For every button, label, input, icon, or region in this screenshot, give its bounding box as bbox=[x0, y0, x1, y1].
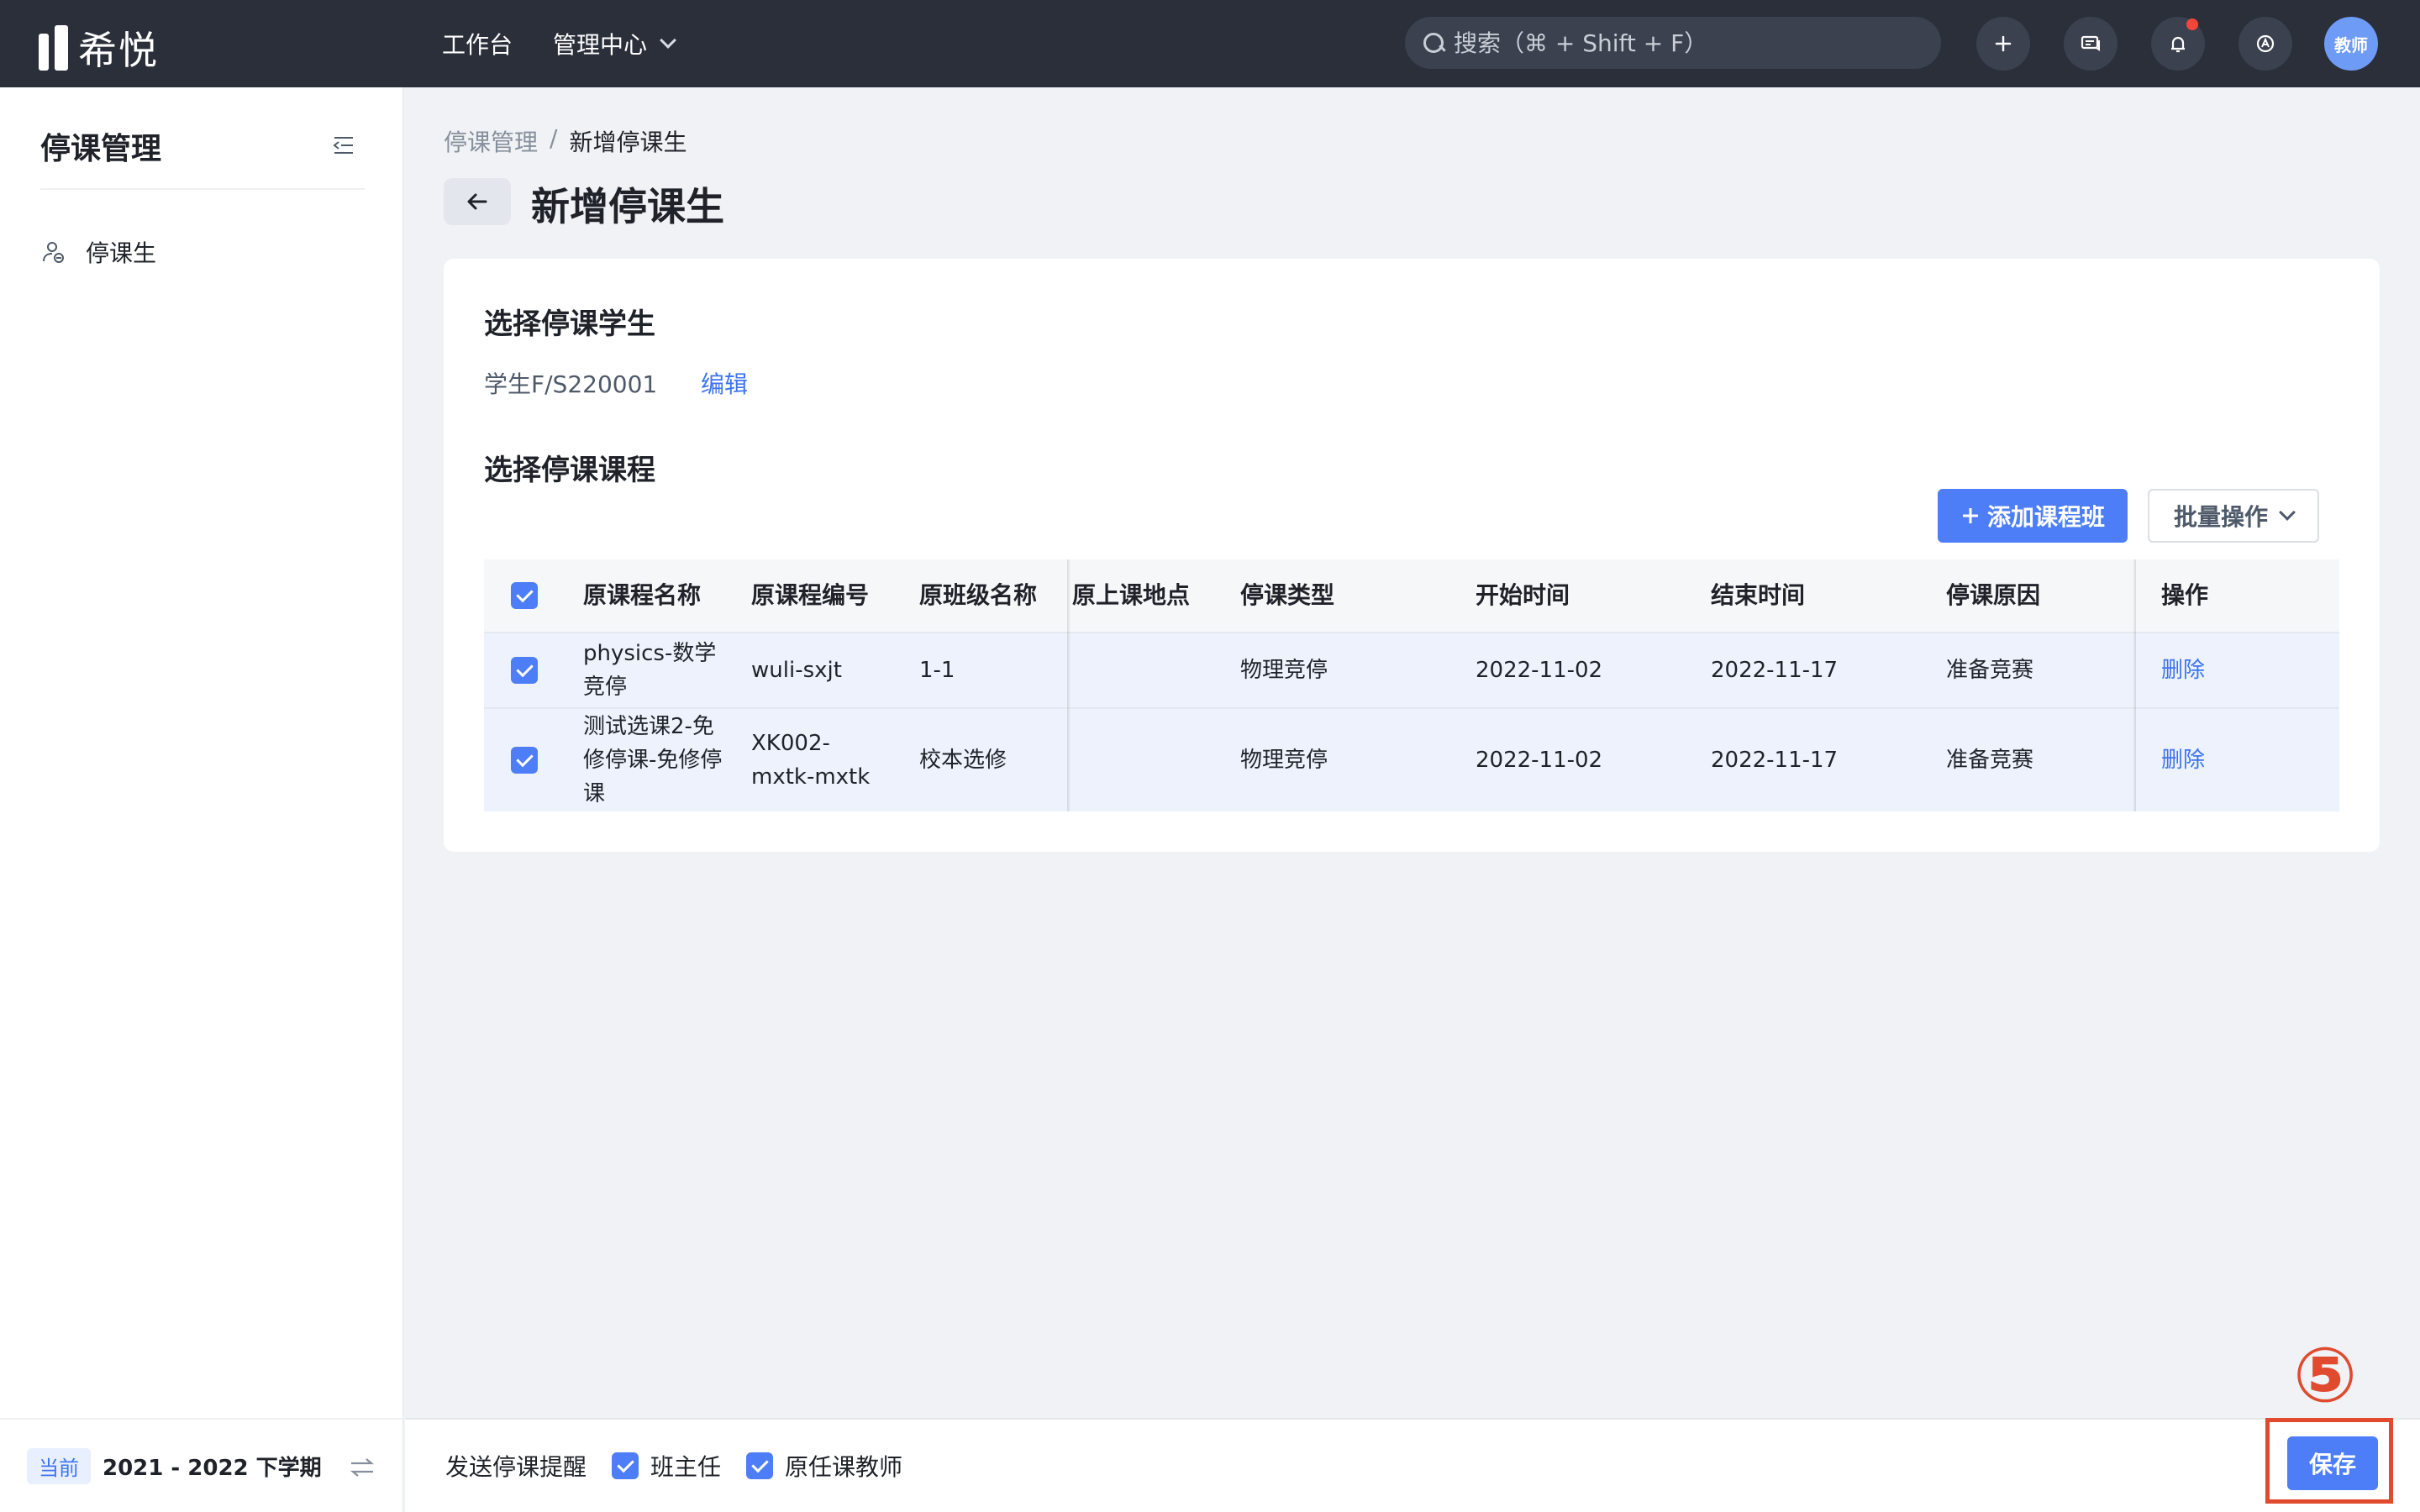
notification-dot bbox=[2186, 18, 2198, 30]
col-end-time: 结束时间 bbox=[1711, 581, 1806, 609]
sidebar-item-suspended-students[interactable]: 停课生 bbox=[40, 235, 156, 269]
breadcrumb-parent[interactable]: 停课管理 bbox=[444, 124, 538, 158]
annotation-highlight-box bbox=[2265, 1418, 2393, 1504]
row-start-time: 2022-11-02 bbox=[1476, 658, 1603, 683]
original-teacher-checkbox[interactable] bbox=[746, 1452, 774, 1479]
term-selector[interactable]: 当前 2021 - 2022 下学期 bbox=[0, 1418, 403, 1512]
sidebar-title: 停课管理 bbox=[40, 132, 162, 166]
batch-operation-dropdown[interactable]: 批量操作 bbox=[2148, 489, 2319, 543]
search-input[interactable] bbox=[1454, 29, 1924, 57]
col-class-name: 原班级名称 bbox=[919, 581, 1038, 609]
col-course-name: 原课程名称 bbox=[583, 581, 702, 609]
course-section-title: 选择停课课程 bbox=[484, 454, 655, 487]
fixed-column-shadow bbox=[2133, 559, 2136, 811]
breadcrumb-separator: / bbox=[550, 124, 558, 152]
user-icon bbox=[43, 242, 64, 263]
chat-icon bbox=[2081, 35, 2100, 51]
global-search[interactable] bbox=[1405, 17, 1941, 69]
col-suspend-type: 停课类型 bbox=[1240, 581, 1335, 609]
student-section-title: 选择停课学生 bbox=[484, 307, 655, 341]
notify-label: 发送停课提醒 bbox=[445, 1453, 587, 1481]
head-teacher-checkbox[interactable] bbox=[612, 1452, 639, 1479]
logo[interactable]: 希悦 bbox=[39, 20, 159, 76]
select-all-checkbox[interactable] bbox=[511, 582, 538, 609]
row-course-code: XK002-mxtk-mxtk bbox=[751, 731, 871, 790]
page-title: 新增停课生 bbox=[531, 184, 724, 229]
add-button[interactable] bbox=[1976, 17, 2030, 71]
notifications-button[interactable] bbox=[2151, 17, 2205, 71]
term-badge: 当前 bbox=[27, 1447, 91, 1484]
row-suspend-type: 物理竞停 bbox=[1240, 658, 1328, 683]
row-end-time: 2022-11-17 bbox=[1711, 748, 1839, 773]
logo-mark-icon bbox=[39, 25, 68, 71]
row-course-code: wuli-sxjt bbox=[751, 658, 842, 683]
selected-student: 学生F/S220001 bbox=[484, 370, 658, 398]
col-course-code: 原课程编号 bbox=[751, 581, 870, 609]
nav-workbench-label: 工作台 bbox=[442, 31, 513, 59]
back-button[interactable] bbox=[444, 178, 511, 225]
col-action: 操作 bbox=[2161, 581, 2209, 609]
sidebar-item-label: 停课生 bbox=[86, 239, 157, 267]
bell-icon bbox=[2171, 36, 2185, 53]
add-course-class-label: 添加课程班 bbox=[1986, 503, 2105, 531]
sidebar-divider bbox=[40, 188, 365, 190]
original-teacher-label: 原任课教师 bbox=[785, 1453, 903, 1481]
col-reason: 停课原因 bbox=[1946, 581, 2041, 609]
search-icon bbox=[1422, 31, 1445, 55]
table-row: 测试选课2-免修停课-免修停课 XK002-mxtk-mxtk 校本选修 物理竞… bbox=[484, 707, 2339, 811]
logo-text: 希悦 bbox=[78, 28, 159, 73]
table-header: 原课程名称 原课程编号 原班级名称 原上课地点 停课类型 开始时间 结束时间 停… bbox=[484, 559, 2339, 632]
row-reason: 准备竞赛 bbox=[1946, 748, 2034, 773]
row-course-name: physics-数学竞停 bbox=[583, 641, 717, 700]
col-start-time: 开始时间 bbox=[1476, 581, 1570, 609]
plus-icon bbox=[1962, 508, 1978, 523]
batch-operation-label: 批量操作 bbox=[2173, 503, 2268, 531]
edit-student-link[interactable]: 编辑 bbox=[701, 366, 748, 400]
nav-management-center[interactable]: 管理中心 bbox=[553, 27, 676, 60]
nav-management-label: 管理中心 bbox=[553, 31, 648, 59]
fixed-column-shadow bbox=[1067, 559, 1071, 811]
breadcrumb-current: 新增停课生 bbox=[569, 129, 687, 156]
arrow-left-icon bbox=[467, 193, 487, 210]
nav-workbench[interactable]: 工作台 bbox=[442, 27, 513, 60]
breadcrumb: 停课管理 / 新增停课生 bbox=[444, 124, 687, 158]
chevron-down-icon bbox=[2279, 504, 2296, 521]
notify-head-teacher-option[interactable]: 班主任 bbox=[612, 1449, 721, 1483]
app-icon bbox=[2256, 34, 2275, 53]
row-class-name: 校本选修 bbox=[919, 748, 1007, 773]
collapse-menu-icon[interactable] bbox=[331, 134, 356, 156]
row-class-name: 1-1 bbox=[919, 658, 955, 683]
plus-icon bbox=[1995, 35, 2012, 52]
row-course-name: 测试选课2-免修停课-免修停课 bbox=[583, 714, 723, 806]
messages-button[interactable] bbox=[2064, 17, 2118, 71]
row-checkbox[interactable] bbox=[511, 747, 538, 774]
delete-row-link[interactable]: 删除 bbox=[2161, 709, 2205, 811]
annotation-step-number: ⑤ bbox=[2292, 1331, 2358, 1420]
top-bar: 希悦 工作台 管理中心 教师 bbox=[0, 0, 2420, 87]
footer-bar: 发送停课提醒 班主任 原任课教师 bbox=[405, 1418, 2420, 1512]
term-text: 2021 - 2022 下学期 bbox=[103, 1455, 322, 1481]
sidebar: 停课管理 停课生 当前 2021 - 2022 下学期 bbox=[0, 87, 403, 1512]
swap-icon[interactable] bbox=[348, 1453, 376, 1482]
form-card: 选择停课学生 学生F/S220001 编辑 选择停课课程 添加课程班 批量操作 … bbox=[444, 259, 2380, 852]
avatar[interactable]: 教师 bbox=[2324, 17, 2378, 71]
top-nav: 工作台 管理中心 bbox=[442, 27, 676, 60]
chevron-down-icon bbox=[660, 32, 676, 49]
row-checkbox[interactable] bbox=[511, 657, 538, 684]
table-row: physics-数学竞停 wuli-sxjt 1-1 物理竞停 2022-11-… bbox=[484, 632, 2339, 707]
row-start-time: 2022-11-02 bbox=[1476, 748, 1603, 773]
course-table: 原课程名称 原课程编号 原班级名称 原上课地点 停课类型 开始时间 结束时间 停… bbox=[484, 559, 2339, 811]
head-teacher-label: 班主任 bbox=[650, 1453, 722, 1481]
notify-original-teacher-option[interactable]: 原任课教师 bbox=[746, 1449, 902, 1483]
row-end-time: 2022-11-17 bbox=[1711, 658, 1839, 683]
apps-button[interactable] bbox=[2238, 17, 2292, 71]
row-reason: 准备竞赛 bbox=[1946, 658, 2034, 683]
add-course-class-button[interactable]: 添加课程班 bbox=[1938, 489, 2128, 543]
delete-row-link[interactable]: 删除 bbox=[2161, 633, 2205, 707]
row-suspend-type: 物理竞停 bbox=[1240, 748, 1328, 773]
col-location: 原上课地点 bbox=[1072, 581, 1191, 609]
